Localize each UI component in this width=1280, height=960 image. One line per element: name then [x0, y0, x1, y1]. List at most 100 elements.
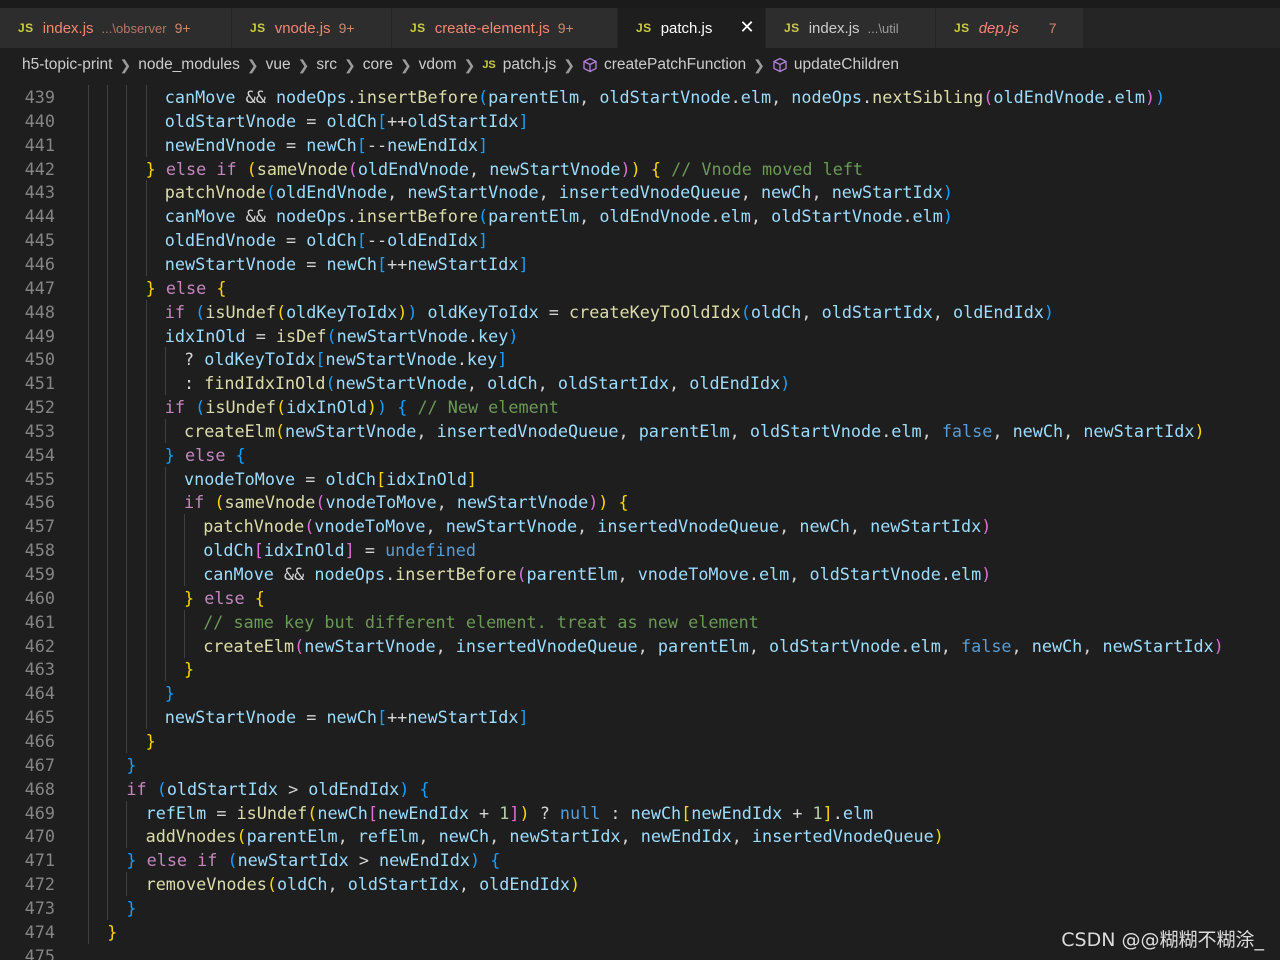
indent-guide [145, 323, 147, 348]
code-token: ( [740, 301, 751, 322]
breadcrumb-item[interactable]: core [363, 56, 393, 74]
indent-guide [126, 371, 128, 396]
close-icon[interactable]: ✕ [737, 17, 757, 37]
code-token: , [637, 635, 658, 656]
line-number: 448 [24, 301, 55, 322]
code-token: , [921, 420, 942, 441]
breadcrumb-file[interactable]: patch.js [503, 56, 556, 74]
code-line[interactable]: 473} [0, 895, 1280, 920]
code-token: ) [620, 158, 631, 179]
code-line[interactable]: 466} [0, 728, 1280, 753]
code-line[interactable]: 446 newStartVnode = newCh[++newStartIdx] [0, 251, 1280, 276]
tab-patch-js[interactable]: JS patch.js ✕ [618, 8, 766, 48]
code-line[interactable]: 455 vnodeToMove = oldCh[idxInOld] [0, 466, 1280, 491]
code-token: newStartVnode [325, 349, 457, 370]
code-token: refElm [357, 826, 419, 847]
code-line[interactable]: 472 removeVnodes(oldCh, oldStartIdx, oldE… [0, 872, 1280, 897]
tab-description: ...\util [867, 20, 899, 36]
code-line[interactable]: 460} else { [0, 585, 1280, 610]
code-line[interactable]: 444 canMove && nodeOps.insertBefore(paren… [0, 204, 1280, 229]
code-token: , [466, 373, 488, 394]
code-token: ) [1194, 420, 1205, 441]
code-line[interactable]: 443 patchVnode(oldEndVnode, newStartVnode… [0, 180, 1280, 205]
tab-vnode-js[interactable]: JS vnode.js 9+ [232, 8, 392, 48]
breadcrumb-symbol[interactable]: updateChildren [794, 56, 899, 74]
code-line[interactable]: 468 if (oldStartIdx > oldEndIdx) { [0, 776, 1280, 801]
tab-index-js-util[interactable]: JS index.js ...\util [766, 8, 936, 48]
code-text: if (oldStartIdx > oldEndIdx) { [126, 777, 429, 801]
code-line[interactable]: 442} else if (sameVnode(oldEndVnode, new… [0, 156, 1280, 181]
code-line[interactable]: 470 addVnodes(parentElm, refElm, newCh, n… [0, 824, 1280, 849]
indent-guide [126, 609, 128, 634]
code-token: else [204, 587, 245, 608]
code-line[interactable]: 445 oldEndVnode = oldCh[--oldEndIdx] [0, 228, 1280, 253]
tab-dep-js[interactable]: JS dep.js 7 [936, 8, 1084, 48]
code-line[interactable]: 467} [0, 752, 1280, 777]
code-line[interactable]: 458 oldCh[idxInOld] = undefined [0, 538, 1280, 563]
code-line[interactable]: 450? oldKeyToIdx[newStartVnode.key] [0, 347, 1280, 372]
tab-index-js-observer[interactable]: JS index.js ...\observer 9+ [0, 8, 232, 48]
line-number: 446 [24, 253, 55, 274]
code-line[interactable]: 449 idxInOld = isDef(newStartVnode.key) [0, 323, 1280, 348]
code-line[interactable]: 465 newStartVnode = newCh[++newStartIdx] [0, 705, 1280, 730]
code-token: = [275, 134, 307, 155]
code-line[interactable]: 448 if (isUndef(oldKeyToIdx)) oldKeyToIdx… [0, 299, 1280, 324]
code-line[interactable]: 447} else { [0, 275, 1280, 300]
code-token: { [490, 850, 501, 871]
code-line[interactable]: 451: findIdxInOld(newStartVnode, oldCh, … [0, 371, 1280, 396]
line-number: 447 [24, 277, 55, 298]
chevron-right-icon: ❯ [399, 56, 412, 73]
code-line[interactable]: 454} else { [0, 442, 1280, 467]
code-text: idxInOld = isDef(newStartVnode.key) [165, 324, 519, 348]
code-line[interactable]: 469 refElm = isUndef(newCh[newEndIdx + 1]… [0, 800, 1280, 825]
indent-guide [164, 371, 166, 396]
indent-guide [126, 514, 128, 539]
breadcrumb-item[interactable]: h5-topic-print [22, 56, 112, 74]
code-line[interactable]: 464} [0, 681, 1280, 706]
js-file-icon: JS [18, 21, 34, 35]
indent-guide [107, 442, 109, 467]
code-line[interactable]: 461 // same key but different element. tr… [0, 609, 1280, 634]
code-editor[interactable]: 439 canMove && nodeOps.insertBefore(paren… [0, 82, 1280, 960]
breadcrumb-item[interactable]: node_modules [138, 56, 240, 74]
code-line[interactable]: 453 createElm(newStartVnode, insertedVnod… [0, 418, 1280, 443]
code-token: vnodeToMove [637, 564, 749, 584]
code-line[interactable]: 462 createElm(newStartVnode, insertedVnod… [0, 633, 1280, 658]
code-token: nextSibling [872, 87, 984, 107]
code-line[interactable]: 457 patchVnode(vnodeToMove, newStartVnode… [0, 514, 1280, 539]
code-line[interactable]: 440 oldStartVnode = oldCh[++oldStartIdx] [0, 108, 1280, 133]
code-token: ) [933, 826, 944, 847]
breadcrumb-symbol[interactable]: createPatchFunction [604, 56, 746, 74]
code-text: if (isUndef(idxInOld)) { // New element [165, 395, 559, 419]
code-text: addVnodes(parentElm, refElm, newCh, newS… [146, 824, 944, 848]
code-token: && [273, 564, 315, 584]
tab-create-element-js[interactable]: JS create-element.js 9+ [392, 8, 618, 48]
code-token: , [801, 301, 822, 322]
code-line[interactable]: 471} else if (newStartIdx > newEndIdx) { [0, 848, 1280, 873]
indent-guide [145, 418, 147, 443]
code-token: ) [598, 492, 609, 513]
code-line[interactable]: 452 if (isUndef(idxInOld)) { // New eleme… [0, 395, 1280, 420]
breadcrumb-item[interactable]: vue [266, 56, 291, 74]
breadcrumb-item[interactable]: src [316, 56, 337, 74]
code-line[interactable]: 441 newEndVnode = newCh[--newEndIdx] [0, 132, 1280, 157]
code-token: , [731, 826, 752, 847]
code-line[interactable]: 463} [0, 657, 1280, 682]
code-token: createKeyToOldIdx [569, 301, 741, 322]
code-token: isDef [275, 325, 327, 346]
breadcrumb-item[interactable]: vdom [419, 56, 457, 74]
code-token: 1 [499, 802, 510, 823]
indent-guide [164, 633, 166, 658]
code-line[interactable]: 459 canMove && nodeOps.insertBefore(paren… [0, 562, 1280, 586]
indent-guide [107, 251, 109, 276]
code-line[interactable]: 439 canMove && nodeOps.insertBefore(paren… [0, 85, 1280, 109]
code-token: { [618, 492, 629, 513]
code-token: oldCh [750, 301, 802, 322]
code-token: + [468, 802, 500, 823]
code-text: ? oldKeyToIdx[newStartVnode.key] [184, 347, 507, 371]
code-token: : [184, 373, 205, 394]
code-token: . [385, 564, 396, 584]
code-line[interactable]: 456 if (sameVnode(vnodeToMove, newStartVn… [0, 490, 1280, 515]
